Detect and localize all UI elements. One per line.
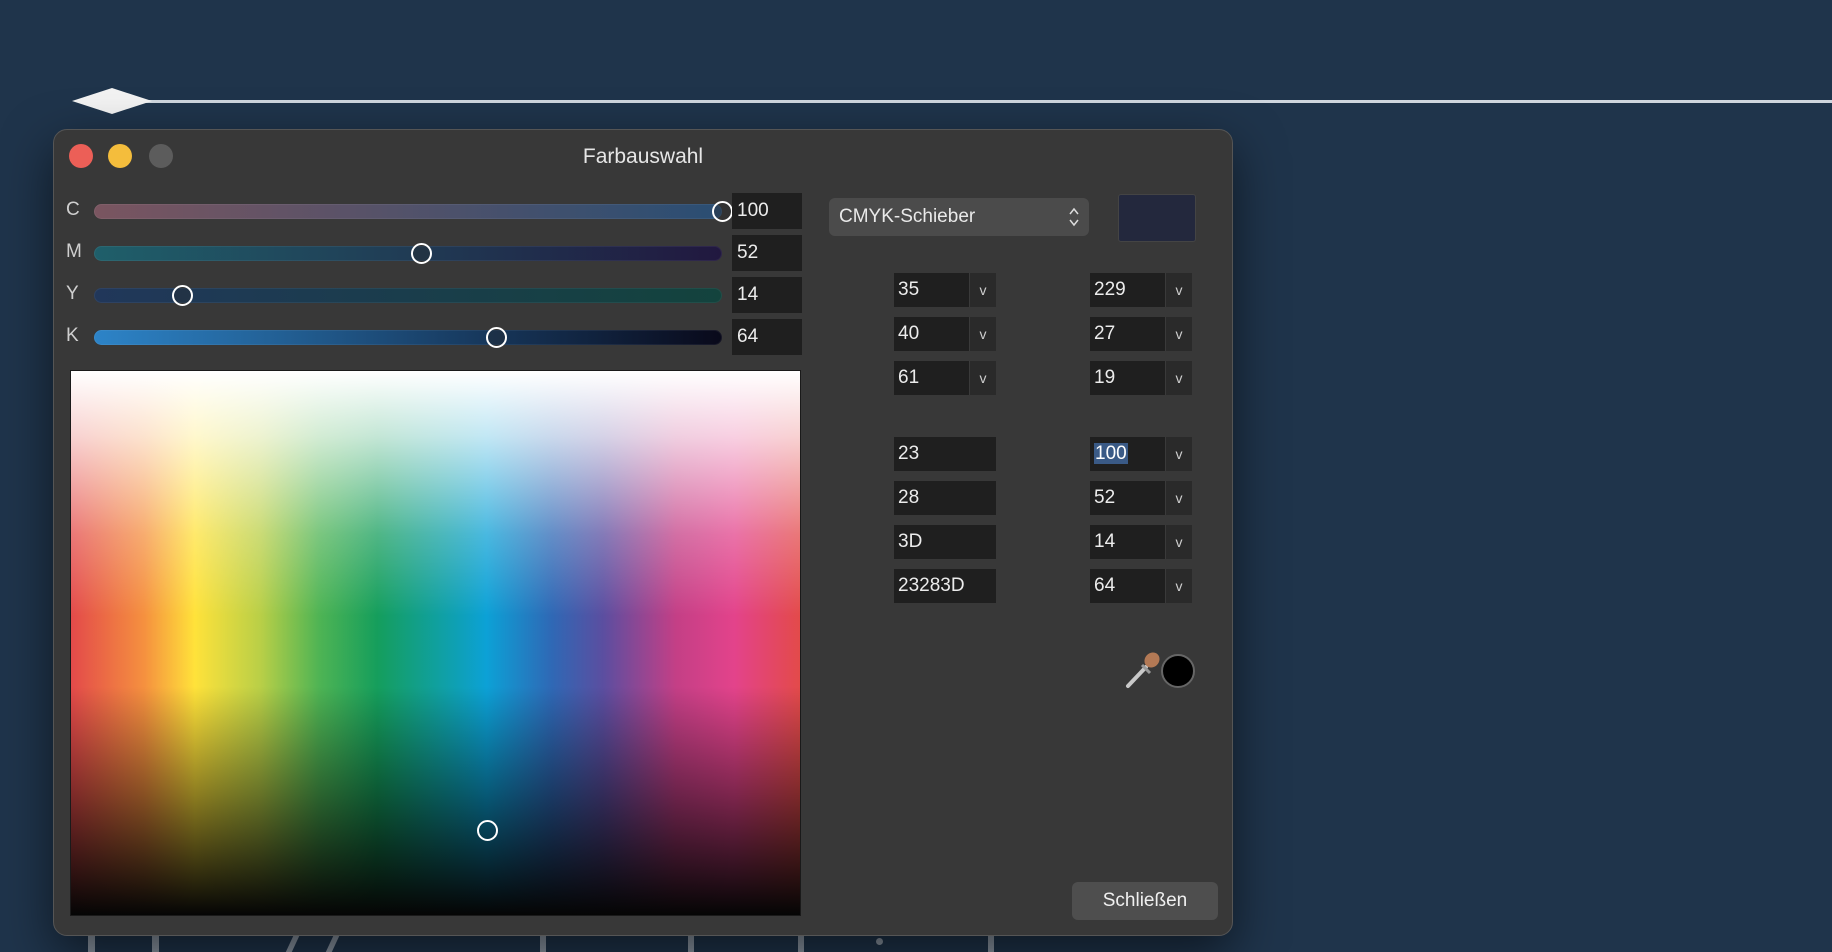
chevron-down-icon[interactable]: v <box>1165 361 1192 395</box>
field-value: 100 <box>1094 443 1128 464</box>
chevron-down-icon[interactable]: v <box>1165 525 1192 559</box>
hex-field-b[interactable]: 3D <box>894 525 996 559</box>
field-value: 14 <box>1094 531 1116 552</box>
hsl-field-l[interactable]: 19 <box>1090 361 1165 395</box>
current-color-swatch[interactable] <box>1118 194 1196 242</box>
select-arrows-icon <box>1069 207 1079 227</box>
background-mark <box>88 934 95 952</box>
titlebar: Farbauswahl <box>54 130 1232 182</box>
hsl-field-h[interactable]: 229 <box>1090 273 1165 307</box>
chevron-down-icon[interactable]: v <box>1165 481 1192 515</box>
ruler-diamond-handle[interactable] <box>72 88 152 114</box>
field-value: 23283D <box>898 575 965 596</box>
picker-mode-label: CMYK-Schieber <box>839 206 976 227</box>
slider-label: Y <box>66 283 79 304</box>
window-title: Farbauswahl <box>582 145 704 168</box>
hex-field-r[interactable]: 23 <box>894 437 996 471</box>
spectrum-cursor[interactable] <box>477 820 498 841</box>
field-value: 35 <box>898 279 920 300</box>
chevron-down-icon[interactable]: v <box>1165 273 1192 307</box>
slider-value-field-c[interactable]: 100 <box>732 193 802 229</box>
cmyk-field-m[interactable]: 52 <box>1090 481 1165 515</box>
field-value: 61 <box>898 367 920 388</box>
chevron-down-icon[interactable]: v <box>969 361 996 395</box>
cmyk-field-c[interactable]: 100 <box>1090 437 1165 471</box>
background-mark <box>325 934 341 952</box>
hsl-field-s[interactable]: 27 <box>1090 317 1165 351</box>
slider-label: K <box>66 325 79 346</box>
slider-row-c: C 100 <box>54 193 814 229</box>
field-value: 19 <box>1094 367 1116 388</box>
slider-label: C <box>66 199 80 220</box>
field-value: 229 <box>1094 279 1126 300</box>
field-value: 28 <box>898 487 920 508</box>
slider-track-m[interactable] <box>94 246 722 261</box>
background-mark <box>988 934 994 952</box>
background-mark <box>688 934 694 952</box>
slider-value-field-k[interactable]: 64 <box>732 319 802 355</box>
background-mark <box>152 934 159 952</box>
field-value: 64 <box>1094 575 1116 596</box>
slider-knob-k[interactable] <box>485 327 507 348</box>
chevron-down-icon[interactable]: v <box>969 317 996 351</box>
slider-value-field-y[interactable]: 14 <box>732 277 802 313</box>
slider-knob-m[interactable] <box>410 243 432 264</box>
slider-row-m: M 52 <box>54 235 814 271</box>
chevron-down-icon[interactable]: v <box>1165 317 1192 351</box>
chevron-down-icon[interactable]: v <box>969 273 996 307</box>
rgb-field-g[interactable]: 40 <box>894 317 969 351</box>
background-mark <box>876 938 883 945</box>
field-value: 3D <box>898 531 923 552</box>
field-value: 23 <box>898 443 920 464</box>
slider-track-c[interactable] <box>94 204 722 219</box>
timeline-ruler-line <box>110 100 1832 103</box>
slider-row-k: K 64 <box>54 319 814 355</box>
background-mark <box>285 934 301 952</box>
rgb-field-b[interactable]: 61 <box>894 361 969 395</box>
eyedropper-icon[interactable] <box>1122 650 1164 690</box>
hex-field-[interactable]: 23283D <box>894 569 996 603</box>
background-mark <box>798 934 804 952</box>
field-value: 40 <box>898 323 920 344</box>
slider-track-k[interactable] <box>94 330 722 345</box>
field-value: 52 <box>1094 487 1116 508</box>
rgb-field-r[interactable]: 35 <box>894 273 969 307</box>
slider-row-y: Y 14 <box>54 277 814 313</box>
spectrum-black-layer <box>71 371 800 915</box>
hex-field-g[interactable]: 28 <box>894 481 996 515</box>
cmyk-field-y[interactable]: 14 <box>1090 525 1165 559</box>
cmyk-field-k[interactable]: 64 <box>1090 569 1165 603</box>
color-picker-window: Farbauswahl C 100 M 52 Y 14 K 64 CMYK-Schieber … <box>53 129 1233 936</box>
color-spectrum[interactable] <box>70 370 801 916</box>
chevron-down-icon[interactable]: v <box>1165 569 1192 603</box>
picker-mode-select[interactable]: CMYK-Schieber <box>829 198 1089 236</box>
close-button[interactable]: Schließen <box>1072 882 1218 920</box>
slider-knob-y[interactable] <box>171 285 193 306</box>
slider-label: M <box>66 241 82 262</box>
background-mark <box>540 934 546 952</box>
slider-value-field-m[interactable]: 52 <box>732 235 802 271</box>
black-color-well[interactable] <box>1161 654 1195 688</box>
slider-knob-c[interactable] <box>712 201 733 222</box>
chevron-down-icon[interactable]: v <box>1165 437 1192 471</box>
field-value: 27 <box>1094 323 1116 344</box>
